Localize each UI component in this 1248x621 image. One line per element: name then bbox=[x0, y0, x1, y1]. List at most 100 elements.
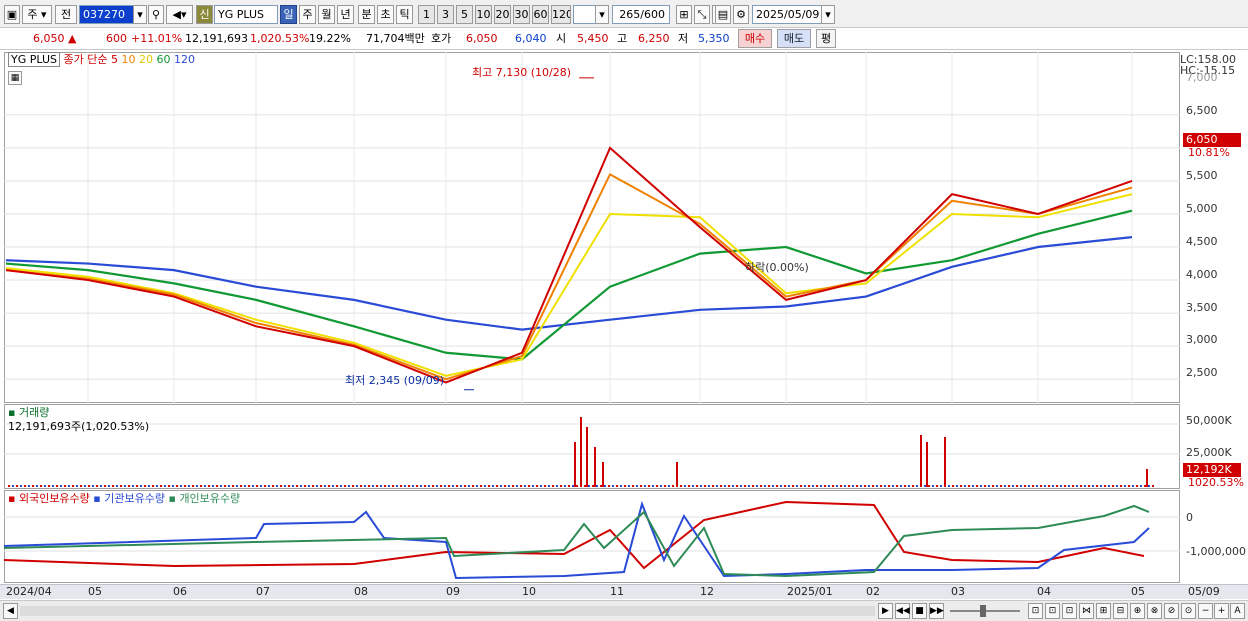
market-select[interactable]: 주 ▾ bbox=[22, 5, 52, 24]
interval-3[interactable]: 3 bbox=[437, 5, 454, 24]
vol-bar bbox=[1072, 485, 1074, 487]
scroll-track[interactable] bbox=[20, 606, 875, 616]
vol-bar bbox=[1000, 485, 1002, 487]
vol-bar bbox=[60, 485, 62, 487]
tab-minute[interactable]: 분 bbox=[358, 5, 375, 24]
date-2024-04: 2024/04 bbox=[6, 585, 52, 598]
tab-week[interactable]: 주 bbox=[299, 5, 316, 24]
vol-bar bbox=[452, 485, 454, 487]
eval-button[interactable]: 평 bbox=[816, 29, 836, 48]
last-icon[interactable]: ▶▶ bbox=[929, 603, 944, 619]
vol-bar bbox=[496, 485, 498, 487]
legend-type: 단순 bbox=[87, 53, 108, 66]
vol-bar bbox=[268, 485, 270, 487]
search-icon[interactable]: ⚲ bbox=[148, 5, 164, 24]
date-05b: 05 bbox=[1131, 585, 1145, 598]
scroll-bar: ◀ ▶ ◀◀ ■ ▶▶ ⊡ ⊡ ⊡ ⋈ ⊞ ⊟ ⊕ ⊗ ⊘ ⊙ − + A bbox=[0, 600, 1248, 621]
vol-bar bbox=[984, 485, 986, 487]
interval-5[interactable]: 5 bbox=[456, 5, 473, 24]
date-12: 12 bbox=[700, 585, 714, 598]
vol-bar bbox=[948, 485, 950, 487]
code-dropdown-icon[interactable]: ▾ bbox=[133, 5, 147, 24]
tool-icon-2[interactable]: ⤡ bbox=[694, 5, 710, 24]
stock-label: YG PLUS bbox=[8, 52, 60, 67]
tab-day[interactable]: 일 bbox=[280, 5, 297, 24]
tab-second[interactable]: 초 bbox=[377, 5, 394, 24]
prev-button[interactable]: 전 bbox=[55, 5, 77, 24]
price-legend: YG PLUS 종가 단순 5 10 20 60 120 bbox=[8, 52, 195, 67]
vol-bar bbox=[748, 485, 750, 487]
interval-1[interactable]: 1 bbox=[418, 5, 435, 24]
interval-30[interactable]: 30 bbox=[513, 5, 530, 24]
view-icon-9[interactable]: ⊘ bbox=[1164, 603, 1179, 619]
view-icon-4[interactable]: ⋈ bbox=[1079, 603, 1094, 619]
volume-value: 12,191,693 bbox=[185, 32, 248, 45]
sell-button[interactable]: 매도 bbox=[777, 29, 811, 48]
date-06: 06 bbox=[173, 585, 187, 598]
view-icon-3[interactable]: ⊡ bbox=[1062, 603, 1077, 619]
scroll-right-icon[interactable]: ▶ bbox=[878, 603, 893, 619]
high-label: 고 bbox=[617, 32, 628, 45]
vol-spike-1 bbox=[580, 417, 582, 487]
volume-pct: 1,020.53% bbox=[250, 32, 310, 45]
view-icon-10[interactable]: ⊙ bbox=[1181, 603, 1196, 619]
vol-bar bbox=[844, 485, 846, 487]
save-icon[interactable]: ▤ bbox=[715, 5, 731, 24]
view-icon-6[interactable]: ⊟ bbox=[1113, 603, 1128, 619]
low-note: 최저 2,345 (09/09) bbox=[345, 374, 445, 387]
interval-10[interactable]: 10 bbox=[475, 5, 492, 24]
vol-bar bbox=[692, 485, 694, 487]
gear-icon[interactable]: ⚙ bbox=[733, 5, 749, 24]
view-icon-7[interactable]: ⊕ bbox=[1130, 603, 1145, 619]
vol-bar bbox=[208, 485, 210, 487]
interval-20[interactable]: 20 bbox=[494, 5, 511, 24]
buy-button[interactable]: 매수 bbox=[738, 29, 772, 48]
vol-bar bbox=[860, 485, 862, 487]
view-icon-2[interactable]: ⊡ bbox=[1045, 603, 1060, 619]
legend-ma60: 60 bbox=[156, 53, 171, 66]
scroll-left-icon[interactable]: ◀ bbox=[3, 603, 18, 619]
vol-bar bbox=[972, 485, 974, 487]
view-icon-1[interactable]: ⊡ bbox=[1028, 603, 1043, 619]
tab-tick[interactable]: 틱 bbox=[396, 5, 413, 24]
vol-bar bbox=[1148, 485, 1150, 487]
tab-month[interactable]: 월 bbox=[318, 5, 335, 24]
count-field[interactable]: 265/600 bbox=[612, 5, 670, 24]
first-icon[interactable]: ◀◀ bbox=[895, 603, 910, 619]
view-icon-8[interactable]: ⊗ bbox=[1147, 603, 1162, 619]
vol-bar bbox=[264, 485, 266, 487]
tab-year[interactable]: 년 bbox=[337, 5, 354, 24]
zoom-out-icon[interactable]: − bbox=[1198, 603, 1213, 619]
date-dropdown-icon[interactable]: ▾ bbox=[821, 5, 835, 24]
vol-bar bbox=[652, 485, 654, 487]
legend-ma10: 10 bbox=[121, 53, 136, 66]
vol-bar bbox=[532, 485, 534, 487]
vol-bar bbox=[236, 485, 238, 487]
vol-tick-50000k: 50,000K bbox=[1186, 414, 1232, 427]
date-field[interactable]: 2025/05/09 bbox=[752, 5, 824, 24]
tool-icon-1[interactable]: ⊞ bbox=[676, 5, 692, 24]
vol-bar bbox=[808, 485, 810, 487]
vol-bar bbox=[992, 485, 994, 487]
vol-bar bbox=[1036, 485, 1038, 487]
font-icon[interactable]: A bbox=[1230, 603, 1245, 619]
view-icon-5[interactable]: ⊞ bbox=[1096, 603, 1111, 619]
vol-bar bbox=[1028, 485, 1030, 487]
vol-bar bbox=[516, 485, 518, 487]
zoom-handle[interactable] bbox=[980, 605, 986, 617]
interval-120[interactable]: 120 bbox=[551, 5, 571, 24]
legend-foreign: ▪ 외국인보유수량 bbox=[8, 492, 90, 505]
stop-icon[interactable]: ■ bbox=[912, 603, 927, 619]
vol-bar bbox=[164, 485, 166, 487]
zoom-in-icon[interactable]: + bbox=[1214, 603, 1229, 619]
vol-bar bbox=[956, 485, 958, 487]
vol-bar bbox=[776, 485, 778, 487]
vol-bar bbox=[300, 485, 302, 487]
vol-bar bbox=[896, 485, 898, 487]
speaker-icon[interactable]: ◀▾ bbox=[166, 5, 193, 24]
interval-60[interactable]: 60 bbox=[532, 5, 549, 24]
window-icon[interactable]: ▣ bbox=[4, 5, 20, 24]
interval-dropdown-icon[interactable]: ▾ bbox=[595, 5, 609, 24]
grid-icon[interactable]: ▦ bbox=[8, 71, 22, 85]
vol-spike-5 bbox=[676, 462, 678, 487]
